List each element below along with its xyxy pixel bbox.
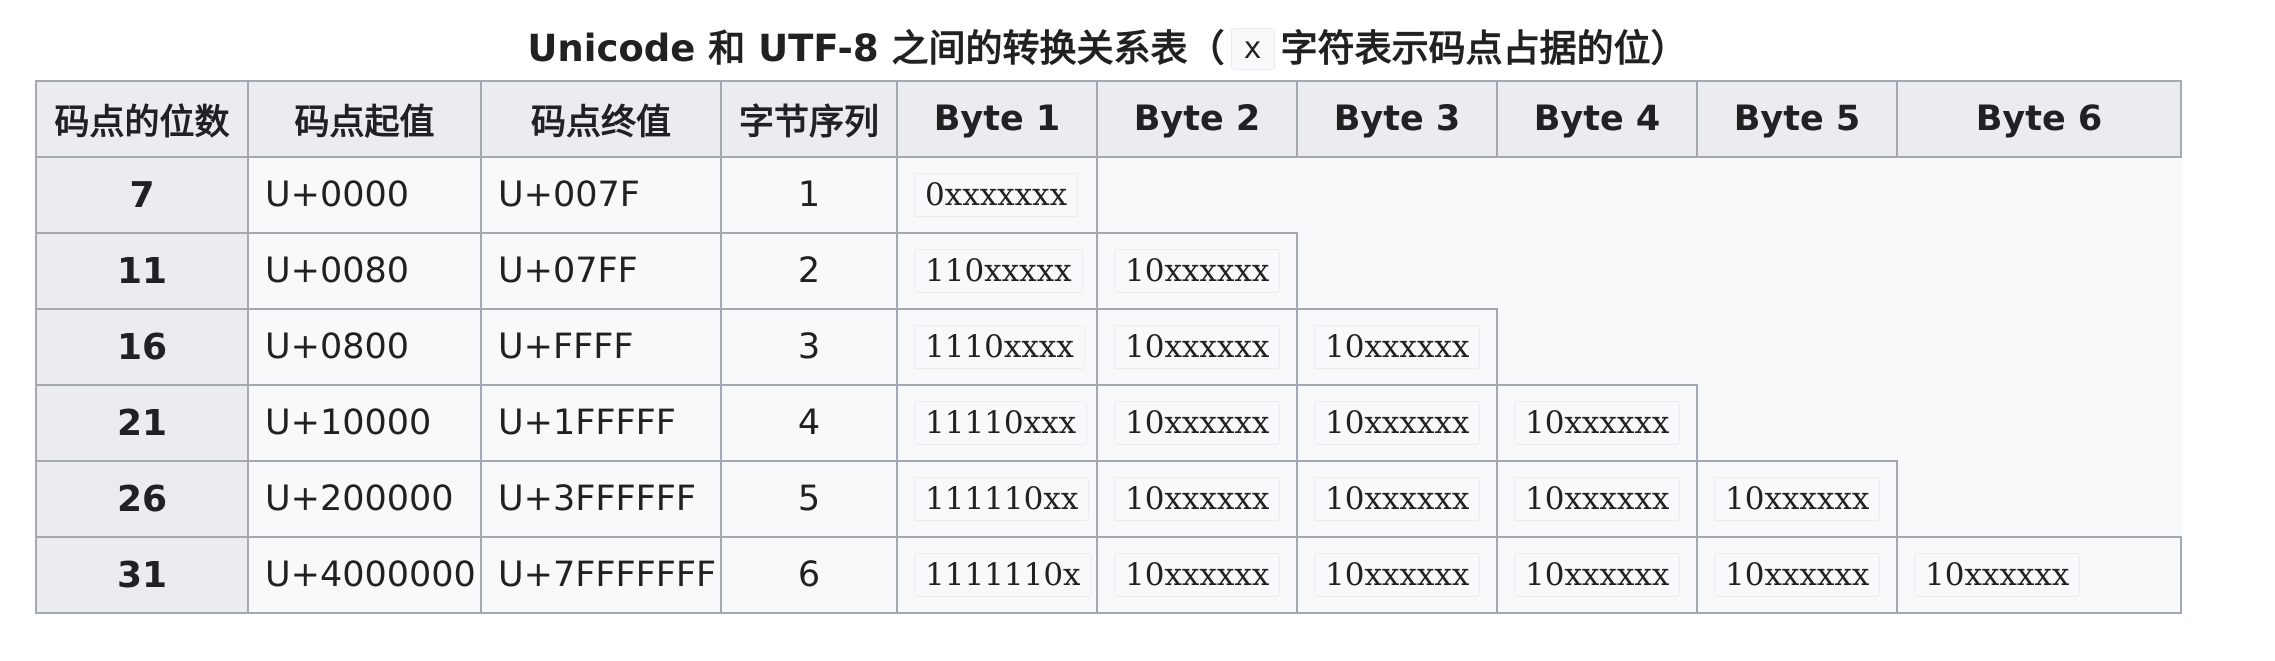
row-end-code-point: U+007F xyxy=(480,156,722,234)
row-byte-sequence: 6 xyxy=(720,536,898,614)
table-row: 26 U+200000 U+3FFFFFF 5 111110xx 10xxxxx… xyxy=(35,460,2181,538)
bit-pattern: 10xxxxxx xyxy=(1314,401,1481,445)
byte-cell: 1111110x xyxy=(896,536,1098,614)
table-caption: Unicode 和 UTF-8 之间的转换关系表（ x 字符表示码点占据的位） xyxy=(35,18,2180,80)
bit-pattern: 10xxxxxx xyxy=(1914,553,2081,597)
byte-cell: 10xxxxxx xyxy=(1096,308,1298,386)
byte-cell: 10xxxxxx xyxy=(1096,460,1298,538)
byte-cell: 10xxxxxx xyxy=(1296,308,1498,386)
empty-cell xyxy=(1297,233,2181,309)
byte-cell: 0xxxxxxx xyxy=(896,156,1098,234)
row-bit-count: 7 xyxy=(35,156,249,234)
byte-cell: 10xxxxxx xyxy=(1296,384,1498,462)
bit-pattern: 11110xxx xyxy=(914,401,1088,445)
table-row: 21 U+10000 U+1FFFFF 4 11110xxx 10xxxxxx … xyxy=(35,384,2181,462)
empty-cell xyxy=(1097,157,2181,233)
bit-pattern: 110xxxxx xyxy=(914,249,1083,293)
row-end-code-point: U+07FF xyxy=(480,232,722,310)
row-end-code-point: U+1FFFFF xyxy=(480,384,722,462)
bit-pattern: 10xxxxxx xyxy=(1114,249,1281,293)
byte-cell: 10xxxxxx xyxy=(1496,460,1698,538)
header-end-code-point: 码点终值 xyxy=(480,80,722,158)
header-row: 码点的位数 码点起值 码点终值 字节序列 Byte 1 Byte 2 Byte … xyxy=(35,80,2182,158)
row-byte-sequence: 1 xyxy=(720,156,898,234)
row-bit-count: 26 xyxy=(35,460,249,538)
header-byte-2: Byte 2 xyxy=(1096,80,1298,158)
bit-pattern: 10xxxxxx xyxy=(1514,401,1681,445)
bit-pattern: 10xxxxxx xyxy=(1514,553,1681,597)
byte-cell: 10xxxxxx xyxy=(1496,384,1698,462)
header-bit-count: 码点的位数 xyxy=(35,80,249,158)
row-start-code-point: U+0080 xyxy=(247,232,482,310)
bit-pattern: 10xxxxxx xyxy=(1114,553,1281,597)
header-byte-sequence: 字节序列 xyxy=(720,80,898,158)
row-start-code-point: U+0800 xyxy=(247,308,482,386)
byte-cell: 10xxxxxx xyxy=(1896,536,2182,614)
row-start-code-point: U+200000 xyxy=(247,460,482,538)
row-bit-count: 31 xyxy=(35,536,249,614)
bit-pattern: 1110xxxx xyxy=(914,325,1085,369)
bit-pattern: 10xxxxxx xyxy=(1714,477,1881,521)
byte-cell: 10xxxxxx xyxy=(1096,232,1298,310)
byte-cell: 1110xxxx xyxy=(896,308,1098,386)
header-byte-1: Byte 1 xyxy=(896,80,1098,158)
caption-suffix: 字符表示码点占据的位） xyxy=(1280,27,1688,70)
byte-cell: 10xxxxxx xyxy=(1096,384,1298,462)
bit-pattern: 10xxxxxx xyxy=(1114,477,1281,521)
byte-cell: 10xxxxxx xyxy=(1496,536,1698,614)
empty-cell xyxy=(1497,309,2181,385)
table-row: 31 U+4000000 U+7FFFFFFF 6 1111110x 10xxx… xyxy=(35,536,2182,614)
bit-pattern: 10xxxxxx xyxy=(1714,553,1881,597)
bit-pattern: 10xxxxxx xyxy=(1114,325,1281,369)
row-bit-count: 11 xyxy=(35,232,249,310)
byte-cell: 110xxxxx xyxy=(896,232,1098,310)
row-start-code-point: U+4000000 xyxy=(247,536,482,614)
byte-cell: 10xxxxxx xyxy=(1696,536,1898,614)
row-start-code-point: U+10000 xyxy=(247,384,482,462)
row-byte-sequence: 5 xyxy=(720,460,898,538)
header-byte-6: Byte 6 xyxy=(1896,80,2182,158)
bit-pattern: 10xxxxxx xyxy=(1114,401,1281,445)
empty-cell xyxy=(1697,385,2181,461)
header-byte-4: Byte 4 xyxy=(1496,80,1698,158)
bit-pattern: 10xxxxxx xyxy=(1314,477,1481,521)
byte-cell: 11110xxx xyxy=(896,384,1098,462)
byte-cell: 10xxxxxx xyxy=(1696,460,1898,538)
row-start-code-point: U+0000 xyxy=(247,156,482,234)
row-bit-count: 21 xyxy=(35,384,249,462)
bit-pattern: 1111110x xyxy=(914,553,1092,597)
bit-pattern: 0xxxxxxx xyxy=(914,173,1079,217)
header-start-code-point: 码点起值 xyxy=(247,80,482,158)
utf8-conversion-table: 码点的位数 码点起值 码点终值 字节序列 Byte 1 Byte 2 Byte … xyxy=(35,80,2182,614)
byte-cell: 111110xx xyxy=(896,460,1098,538)
table-row: 7 U+0000 U+007F 1 0xxxxxxx xyxy=(35,156,2181,234)
table-row: 16 U+0800 U+FFFF 3 1110xxxx 10xxxxxx 10x… xyxy=(35,308,2181,386)
bit-pattern: 111110xx xyxy=(914,477,1090,521)
byte-cell: 10xxxxxx xyxy=(1096,536,1298,614)
caption-code-sample: x xyxy=(1230,28,1275,70)
row-byte-sequence: 4 xyxy=(720,384,898,462)
row-end-code-point: U+3FFFFFF xyxy=(480,460,722,538)
caption-prefix: Unicode 和 UTF-8 之间的转换关系表（ xyxy=(527,27,1225,70)
row-byte-sequence: 3 xyxy=(720,308,898,386)
bit-pattern: 10xxxxxx xyxy=(1314,553,1481,597)
row-bit-count: 16 xyxy=(35,308,249,386)
empty-cell xyxy=(1897,461,2181,537)
row-end-code-point: U+FFFF xyxy=(480,308,722,386)
table-row: 11 U+0080 U+07FF 2 110xxxxx 10xxxxxx xyxy=(35,232,2181,310)
byte-cell: 10xxxxxx xyxy=(1296,460,1498,538)
row-byte-sequence: 2 xyxy=(720,232,898,310)
row-end-code-point: U+7FFFFFFF xyxy=(480,536,722,614)
bit-pattern: 10xxxxxx xyxy=(1314,325,1481,369)
byte-cell: 10xxxxxx xyxy=(1296,536,1498,614)
bit-pattern: 10xxxxxx xyxy=(1514,477,1681,521)
header-byte-5: Byte 5 xyxy=(1696,80,1898,158)
header-byte-3: Byte 3 xyxy=(1296,80,1498,158)
